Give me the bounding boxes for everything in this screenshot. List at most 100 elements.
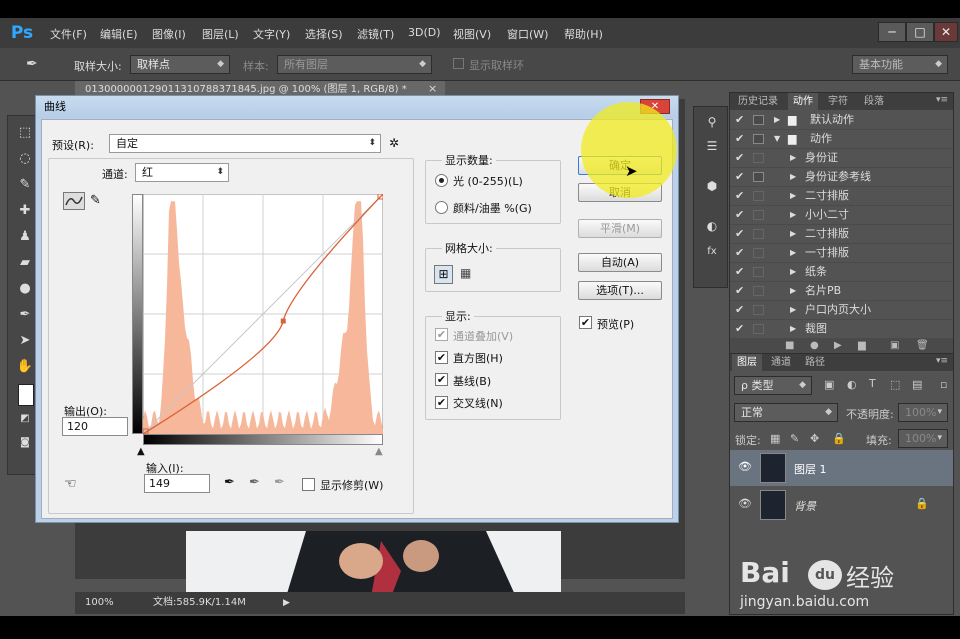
trash-icon[interactable]: 🗑 bbox=[916, 340, 929, 351]
lock-pixels-icon[interactable]: ▦ bbox=[770, 432, 780, 445]
dialog-toggle[interactable] bbox=[753, 248, 764, 258]
action-row[interactable]: ✔ ▶ 名片PB bbox=[730, 282, 953, 301]
action-row[interactable]: ✔ ▶ 一寸排版 bbox=[730, 244, 953, 263]
tab-channels[interactable]: 通道 bbox=[766, 354, 796, 371]
eye-icon[interactable]: 👁 bbox=[738, 460, 752, 473]
tool-presets-icon[interactable]: ⚲ bbox=[703, 113, 721, 131]
menu-type[interactable]: 文字(Y) bbox=[253, 26, 290, 42]
black-eyedropper-icon[interactable]: ✒ bbox=[224, 475, 235, 490]
expand-arrow-icon[interactable]: ▶ bbox=[790, 320, 796, 338]
path-select-icon[interactable]: ➤ bbox=[16, 332, 34, 350]
stamp-icon[interactable]: ♟ bbox=[16, 228, 34, 246]
tab-layers[interactable]: 图层 bbox=[732, 354, 762, 371]
preset-dropdown[interactable]: 自定 ⬍ bbox=[109, 134, 381, 153]
menu-select[interactable]: 选择(S) bbox=[305, 26, 343, 42]
auto-button[interactable]: 自动(A) bbox=[578, 253, 662, 272]
dialog-toggle[interactable] bbox=[753, 153, 764, 163]
channel-overlay-checkbox[interactable]: ✔ bbox=[435, 328, 448, 341]
action-row[interactable]: ✔ ▶ 身份证参考线 bbox=[730, 168, 953, 187]
dialog-toggle[interactable] bbox=[753, 210, 764, 220]
dialog-close-button[interactable]: ✕ bbox=[640, 99, 670, 114]
dialog-toggle[interactable] bbox=[753, 115, 764, 125]
layer-filter-dropdown[interactable]: ρ 类型 ◆ bbox=[734, 376, 812, 395]
panel-menu-icon[interactable]: ▾≡ bbox=[936, 95, 948, 105]
filter-toggle-icon[interactable]: ▫ bbox=[940, 378, 947, 391]
cancel-button[interactable]: 取消 bbox=[578, 183, 662, 202]
dialog-toggle[interactable] bbox=[753, 305, 764, 315]
curve-edit-tool[interactable] bbox=[63, 192, 85, 210]
channel-dropdown[interactable]: 红 ⬍ bbox=[135, 163, 229, 182]
zoom-level[interactable]: 100% bbox=[85, 592, 114, 614]
check-icon[interactable]: ✔ bbox=[735, 301, 747, 319]
hand-icon[interactable]: ✋ bbox=[16, 358, 34, 376]
tab-actions[interactable]: 动作 bbox=[788, 93, 818, 110]
menu-3d[interactable]: 3D(D) bbox=[408, 26, 441, 39]
layer-row-selected[interactable]: 👁 图层 1 bbox=[730, 450, 953, 486]
quick-mask-icon[interactable]: ◙ bbox=[16, 434, 34, 452]
action-set-row[interactable]: ✔ ▼ ▆ 动作 bbox=[730, 130, 953, 149]
check-icon[interactable]: ✔ bbox=[735, 282, 747, 300]
minimize-button[interactable]: ─ bbox=[878, 22, 906, 42]
check-icon[interactable]: ✔ bbox=[735, 130, 747, 148]
action-row[interactable]: ✔ ▶ 小小二寸 bbox=[730, 206, 953, 225]
show-clipping-checkbox[interactable] bbox=[302, 478, 315, 491]
collapse-arrow-icon[interactable]: ▼ bbox=[774, 130, 780, 148]
pigment-radio[interactable] bbox=[435, 201, 448, 214]
lock-all-icon[interactable]: 🔒 bbox=[832, 432, 846, 445]
new-set-icon[interactable]: ▆ bbox=[858, 340, 866, 351]
panel-menu-icon[interactable]: ▾≡ bbox=[936, 356, 948, 366]
action-row[interactable]: ✔ ▶ 二寸排版 bbox=[730, 187, 953, 206]
dialog-toggle[interactable] bbox=[753, 324, 764, 334]
type-filter-icon[interactable]: T bbox=[869, 377, 876, 390]
action-row[interactable]: ✔ ▶ 身份证 bbox=[730, 149, 953, 168]
intersection-checkbox[interactable]: ✔ bbox=[435, 396, 448, 409]
histogram-checkbox[interactable]: ✔ bbox=[435, 351, 448, 364]
tab-paragraph[interactable]: 段落 bbox=[858, 93, 890, 110]
menu-file[interactable]: 文件(F) bbox=[50, 26, 87, 42]
tab-paths[interactable]: 路径 bbox=[800, 354, 830, 371]
light-radio[interactable] bbox=[435, 174, 448, 187]
pencil-icon[interactable]: ✎ bbox=[90, 193, 101, 208]
dialog-toggle[interactable] bbox=[753, 134, 764, 144]
dialog-toggle[interactable] bbox=[753, 229, 764, 239]
grid-10x10-button[interactable]: ▦ bbox=[460, 266, 471, 280]
check-icon[interactable]: ✔ bbox=[735, 263, 747, 281]
lock-move-icon[interactable]: ✥ bbox=[810, 432, 819, 445]
image-filter-icon[interactable]: ▣ bbox=[824, 378, 834, 391]
blend-mode-dropdown[interactable]: 正常 ◆ bbox=[734, 403, 838, 422]
grid-4x4-button[interactable]: ⊞ bbox=[434, 265, 453, 284]
shape-filter-icon[interactable]: ⬚ bbox=[890, 378, 900, 391]
input-field[interactable]: 149 bbox=[144, 474, 210, 493]
check-icon[interactable]: ✔ bbox=[735, 244, 747, 262]
black-point-slider[interactable]: ▲ bbox=[137, 446, 145, 457]
pen-icon[interactable]: ✒ bbox=[16, 306, 34, 324]
swap-colors-icon[interactable]: ◩ bbox=[16, 410, 34, 428]
healing-icon[interactable]: ✚ bbox=[16, 202, 34, 220]
check-icon[interactable]: ✔ bbox=[735, 225, 747, 243]
smooth-button[interactable]: 平滑(M) bbox=[578, 219, 662, 238]
close-button[interactable]: ✕ bbox=[934, 22, 958, 42]
options-button[interactable]: 选项(T)... bbox=[578, 281, 662, 300]
expand-arrow-icon[interactable]: ▶ bbox=[790, 149, 796, 167]
sample-dropdown[interactable]: 所有图层 ◆ bbox=[277, 55, 432, 74]
foreground-color-swatch[interactable] bbox=[18, 384, 34, 406]
record-icon[interactable]: ● bbox=[810, 340, 819, 351]
dialog-toggle[interactable] bbox=[753, 267, 764, 277]
check-icon[interactable]: ✔ bbox=[735, 206, 747, 224]
play-icon[interactable]: ▶ bbox=[834, 340, 842, 351]
target-adjust-icon[interactable]: ☜ bbox=[64, 476, 77, 492]
fill-field[interactable]: 100% ▾ bbox=[898, 429, 948, 448]
eyedropper-icon[interactable]: ✒ bbox=[26, 56, 38, 72]
tab-history[interactable]: 历史记录 bbox=[732, 93, 784, 110]
expand-arrow-icon[interactable]: ▶ bbox=[790, 263, 796, 281]
preview-checkbox[interactable]: ✔ bbox=[579, 316, 592, 329]
brush-icon[interactable]: ✎ bbox=[16, 176, 34, 194]
expand-arrow-icon[interactable]: ▶ bbox=[790, 301, 796, 319]
expand-arrow-icon[interactable]: ▶ bbox=[790, 225, 796, 243]
expand-arrow-icon[interactable]: ▶ bbox=[790, 206, 796, 224]
expand-arrow-icon[interactable]: ▶ bbox=[774, 111, 780, 129]
lasso-icon[interactable]: ◌ bbox=[16, 150, 34, 168]
drop-icon[interactable]: ● bbox=[16, 280, 34, 298]
cube-icon[interactable]: ⬢ bbox=[703, 177, 721, 195]
action-row[interactable]: ✔ ▶ 户口内页大小 bbox=[730, 301, 953, 320]
